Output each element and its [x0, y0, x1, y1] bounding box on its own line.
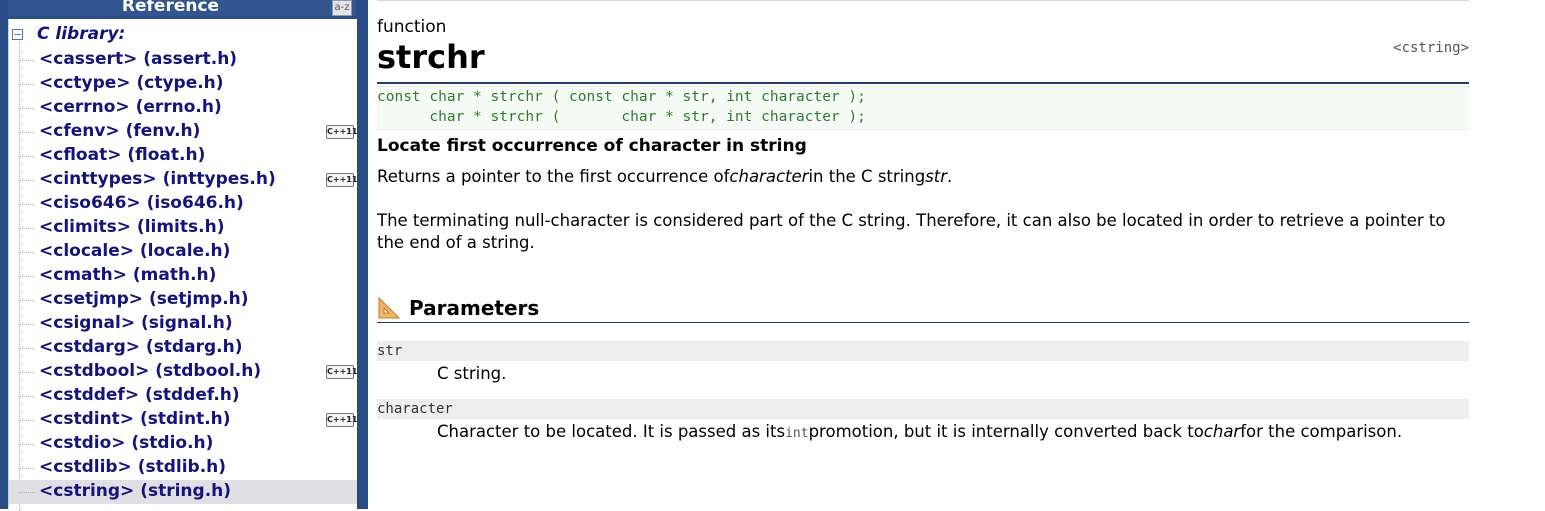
- sidebar-item-label[interactable]: <cstdio> (stdio.h): [39, 433, 213, 453]
- sidebar-item[interactable]: <cctype> (ctype.h): [9, 72, 357, 96]
- tree-connector-line: [19, 444, 35, 445]
- sidebar-item[interactable]: <cfenv> (fenv.h) C++11: [9, 120, 357, 144]
- sidebar-header: Reference a-z: [8, 0, 356, 16]
- sidebar-item[interactable]: <clocale> (locale.h): [9, 240, 357, 264]
- tree-connector-line: [19, 300, 35, 301]
- sidebar-item[interactable]: <csignal> (signal.h): [9, 312, 357, 336]
- sidebar-item-label[interactable]: <cfenv> (fenv.h): [39, 121, 200, 141]
- sidebar-item-label[interactable]: <cctype> (ctype.h): [39, 73, 224, 93]
- italic-term: char: [1203, 422, 1241, 441]
- entity-kind: function: [377, 17, 447, 37]
- sidebar-item[interactable]: <cfloat> (float.h): [9, 144, 357, 168]
- tree-connector-line: [19, 468, 35, 469]
- sidebar-item-label[interactable]: <cmath> (math.h): [39, 265, 216, 285]
- tree-connector-line: [19, 324, 35, 325]
- tree-root-label[interactable]: C library:: [37, 24, 125, 44]
- tree-connector-line: [19, 180, 35, 181]
- sidebar-item[interactable]: <cstring> (string.h): [9, 480, 357, 504]
- italic-term: character: [729, 167, 809, 186]
- sidebar-title: Reference: [121, 0, 220, 16]
- top-divider: [377, 0, 1469, 1]
- italic-term: str: [925, 167, 948, 186]
- tree-connector-line: [19, 228, 35, 229]
- sidebar-item-label[interactable]: <csignal> (signal.h): [39, 313, 233, 333]
- ruler-triangle-icon: [378, 296, 401, 319]
- sidebar-item-label[interactable]: <cstring> (string.h): [39, 481, 231, 501]
- tree-connector-line: [19, 420, 35, 421]
- description-title: Locate first occurrence of character in …: [377, 136, 807, 156]
- tree-connector-line: [19, 108, 35, 109]
- sidebar-item-label[interactable]: <cstdarg> (stdarg.h): [39, 337, 242, 357]
- description-paragraph: The terminating null-character is consid…: [377, 211, 1446, 252]
- cpp11-badge: C++11: [326, 365, 357, 379]
- sidebar-item[interactable]: <cmath> (math.h): [9, 264, 357, 288]
- sidebar-item-label[interactable]: <climits> (limits.h): [39, 217, 224, 237]
- sidebar-item-label[interactable]: <ciso646> (iso646.h): [39, 193, 244, 213]
- sidebar-item-label[interactable]: <cstdbool> (stdbool.h): [39, 361, 261, 381]
- tree-connector-line: [19, 492, 35, 493]
- sidebar-item[interactable]: <cstdbool> (stdbool.h) C++11: [9, 360, 357, 384]
- cpp11-badge: C++11: [326, 173, 357, 187]
- sidebar-item-label[interactable]: <cstdint> (stdint.h): [39, 409, 231, 429]
- parameter-name: character: [377, 399, 1469, 419]
- sidebar-tree: − C library: <cassert> (assert.h) <cctype…: [8, 19, 357, 511]
- inline-code: int: [785, 426, 809, 441]
- sidebar: Reference a-z − C library: <cassert> (as…: [0, 0, 368, 511]
- text-run: Character to be located. It is passed as…: [437, 422, 786, 441]
- sidebar-item[interactable]: <climits> (limits.h): [9, 216, 357, 240]
- sidebar-item[interactable]: <cassert> (assert.h): [9, 48, 357, 72]
- tree-connector-line: [19, 396, 35, 397]
- description-paragraph: Returns a pointer to the first occurrenc…: [377, 166, 1467, 188]
- tree-connector-line: [19, 60, 35, 61]
- parameters-title: Parameters: [409, 296, 540, 320]
- sidebar-item[interactable]: <cstdio> (stdio.h): [9, 432, 357, 456]
- prototype-line: char * strchr ( char * str, int characte…: [377, 109, 866, 125]
- sidebar-item-label[interactable]: <cassert> (assert.h): [39, 49, 237, 69]
- tree-connector-line: [19, 204, 35, 205]
- sidebar-item[interactable]: <cstdint> (stdint.h) C++11: [9, 408, 357, 432]
- sidebar-item[interactable]: <csetjmp> (setjmp.h): [9, 288, 357, 312]
- sidebar-item-label[interactable]: <cstddef> (stddef.h): [39, 385, 240, 405]
- tree-collapse-icon[interactable]: −: [12, 29, 23, 40]
- text-run: promotion, but it is internally converte…: [808, 422, 1204, 441]
- tree-connector-line: [19, 348, 35, 349]
- parameters-divider: [377, 322, 1469, 323]
- page-title: strchr: [377, 38, 485, 76]
- cpp11-badge: C++11: [326, 125, 357, 139]
- parameter-description: C string.: [437, 364, 507, 383]
- sidebar-item-label[interactable]: <cfloat> (float.h): [39, 145, 205, 165]
- prototype-box: const char * strchr ( const char * str, …: [377, 86, 1469, 130]
- sidebar-item[interactable]: <cerrno> (errno.h): [9, 96, 357, 120]
- main-content: function strchr <cstring> const char * s…: [377, 0, 1469, 509]
- a-z-sort-icon[interactable]: a-z: [332, 0, 352, 16]
- parameter-name: str: [377, 341, 1469, 361]
- tree-connector-line: [19, 276, 35, 277]
- tree-connector-line: [19, 252, 35, 253]
- tree-connector-line: [19, 156, 35, 157]
- sidebar-item[interactable]: <ciso646> (iso646.h): [9, 192, 357, 216]
- text-run: Returns a pointer to the first occurrenc…: [377, 167, 730, 186]
- sidebar-item-label[interactable]: <clocale> (locale.h): [39, 241, 230, 261]
- text-run: .: [947, 167, 953, 186]
- title-divider: [377, 82, 1469, 84]
- sidebar-item-label[interactable]: <cerrno> (errno.h): [39, 97, 222, 117]
- tree-connector-line: [19, 132, 35, 133]
- tree-connector-line: [19, 372, 35, 373]
- cpp11-badge: C++11: [326, 413, 357, 427]
- sidebar-item[interactable]: <cstdarg> (stdarg.h): [9, 336, 357, 360]
- tree-connector-line: [19, 84, 35, 85]
- parameter-description: Character to be located. It is passed as…: [437, 421, 1437, 445]
- header-link[interactable]: <cstring>: [1393, 40, 1469, 56]
- prototype-line: const char * strchr ( const char * str, …: [377, 89, 866, 105]
- text-run: in the C string: [808, 167, 926, 186]
- sidebar-item-label[interactable]: <cinttypes> (inttypes.h): [39, 169, 276, 189]
- sidebar-item-label[interactable]: <csetjmp> (setjmp.h): [39, 289, 249, 309]
- text-run: for the comparison.: [1240, 422, 1403, 441]
- sidebar-item[interactable]: <cstdlib> (stdlib.h): [9, 456, 357, 480]
- sidebar-item-label[interactable]: <cstdlib> (stdlib.h): [39, 457, 226, 477]
- sidebar-item[interactable]: <cstddef> (stddef.h): [9, 384, 357, 408]
- sidebar-item[interactable]: <cinttypes> (inttypes.h) C++11: [9, 168, 357, 192]
